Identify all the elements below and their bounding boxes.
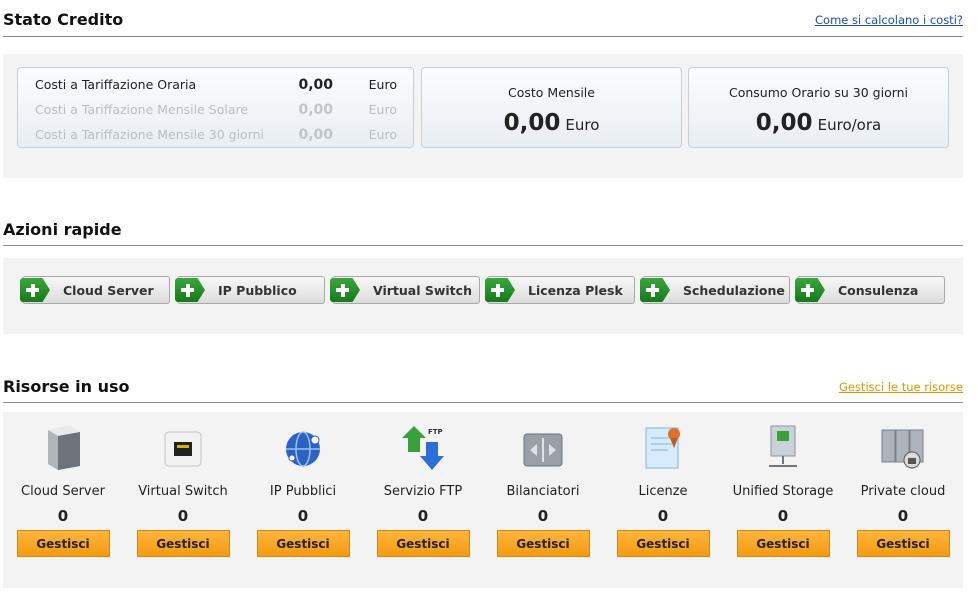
globe-icon <box>280 422 326 472</box>
monthly-cost-box: Costo Mensile 0,00 Euro <box>421 67 682 148</box>
resources-divider <box>3 402 963 403</box>
credit-panel: Costi a Tariffazione Oraria 0,00 Euro Co… <box>3 54 963 178</box>
private-cloud-icon <box>880 422 926 472</box>
resources-title: Risorse in uso <box>3 377 130 396</box>
resource-licenze: Licenze 0 Gestisci <box>603 422 723 557</box>
cost-calculation-link[interactable]: Come si calcolano i costi? <box>815 13 963 27</box>
manage-licenze-button[interactable]: Gestisci <box>616 530 710 557</box>
resource-virtual-switch: Virtual Switch 0 Gestisci <box>123 422 243 557</box>
server-icon <box>40 422 86 472</box>
resource-unified-storage: Unified Storage 0 Gestisci <box>723 422 843 557</box>
credit-row-label: Costi a Tariffazione Mensile 30 giorni <box>35 127 265 142</box>
storage-icon <box>760 422 806 472</box>
manage-ip-pubblici-button[interactable]: Gestisci <box>256 530 350 557</box>
switch-icon <box>160 422 206 472</box>
credit-row-currency: Euro <box>368 127 397 142</box>
plus-icon <box>485 278 515 302</box>
quick-button-label: Schedulazione <box>683 283 785 298</box>
plus-icon <box>330 278 360 302</box>
resource-label: Servizio FTP <box>383 484 463 499</box>
add-schedulazione-button[interactable]: Schedulazione <box>640 276 790 304</box>
plus-icon <box>175 278 205 302</box>
resource-ip-pubblici: IP Pubblici 0 Gestisci <box>243 422 363 557</box>
credit-row-currency: Euro <box>368 102 397 117</box>
manage-servizio-ftp-button[interactable]: Gestisci <box>376 530 470 557</box>
resource-count: 0 <box>177 507 189 525</box>
resource-servizio-ftp: FTP Servizio FTP 0 Gestisci <box>363 422 483 557</box>
quick-actions-title: Azioni rapide <box>3 220 122 239</box>
certificate-icon <box>640 422 686 472</box>
balancer-icon <box>520 422 566 472</box>
hourly-consumption-value: 0,00 <box>755 110 813 136</box>
monthly-cost-label: Costo Mensile <box>508 85 595 100</box>
resource-label: Licenze <box>638 484 688 499</box>
add-ip-pubblico-button[interactable]: IP Pubblico <box>175 276 325 304</box>
quick-button-label: IP Pubblico <box>218 283 297 298</box>
monthly-cost-value: 0,00 <box>503 110 561 136</box>
resource-count: 0 <box>297 507 309 525</box>
resource-private-cloud: Private cloud 0 Gestisci <box>843 422 963 557</box>
manage-cloud-server-button[interactable]: Gestisci <box>16 530 110 557</box>
resource-count: 0 <box>537 507 549 525</box>
resource-label: Cloud Server <box>21 484 105 499</box>
manage-bilanciatori-button[interactable]: Gestisci <box>496 530 590 557</box>
credit-row-label: Costi a Tariffazione Mensile Solare <box>35 102 249 117</box>
credit-row-value: 0,00 <box>298 77 333 93</box>
resource-label: Virtual Switch <box>138 484 228 499</box>
hourly-consumption-label: Consumo Orario su 30 giorni <box>728 85 909 100</box>
credit-row-hourly: Costi a Tariffazione Oraria 0,00 Euro <box>35 77 397 97</box>
credit-section-title: Stato Credito <box>3 10 124 29</box>
hourly-consumption-unit: Euro/ora <box>817 116 882 134</box>
svg-text:FTP: FTP <box>428 428 443 436</box>
credit-row-label: Costi a Tariffazione Oraria <box>35 77 197 92</box>
resource-count: 0 <box>57 507 69 525</box>
quick-button-label: Virtual Switch <box>373 283 472 298</box>
manage-unified-storage-button[interactable]: Gestisci <box>736 530 830 557</box>
plus-icon <box>640 278 670 302</box>
resource-label: Unified Storage <box>732 484 834 499</box>
credit-breakdown-box: Costi a Tariffazione Oraria 0,00 Euro Co… <box>17 67 414 148</box>
manage-private-cloud-button[interactable]: Gestisci <box>856 530 950 557</box>
resource-count: 0 <box>897 507 909 525</box>
resource-bilanciatori: Bilanciatori 0 Gestisci <box>483 422 603 557</box>
add-consulenza-button[interactable]: Consulenza <box>795 276 945 304</box>
monthly-cost-unit: Euro <box>565 116 600 134</box>
plus-icon <box>795 278 825 302</box>
plus-icon <box>20 278 50 302</box>
quick-button-label: Cloud Server <box>63 283 154 298</box>
add-cloud-server-button[interactable]: Cloud Server <box>20 276 170 304</box>
credit-row-currency: Euro <box>368 77 397 92</box>
quick-button-label: Licenza Plesk <box>528 283 623 298</box>
resource-label: Bilanciatori <box>506 484 580 499</box>
hourly-consumption-amount: 0,00 Euro/ora <box>689 110 948 136</box>
resource-count: 0 <box>417 507 429 525</box>
resource-label: Private cloud <box>860 484 946 499</box>
quick-button-label: Consulenza <box>838 283 919 298</box>
credit-row-value: 0,00 <box>298 127 333 143</box>
resource-count: 0 <box>777 507 789 525</box>
credit-row-value: 0,00 <box>298 102 333 118</box>
resource-label: IP Pubblici <box>269 484 337 499</box>
resource-count: 0 <box>657 507 669 525</box>
manage-virtual-switch-button[interactable]: Gestisci <box>136 530 230 557</box>
quick-actions-divider <box>3 245 963 246</box>
hourly-consumption-box: Consumo Orario su 30 giorni 0,00 Euro/or… <box>688 67 949 148</box>
credit-divider <box>3 36 963 37</box>
add-virtual-switch-button[interactable]: Virtual Switch <box>330 276 480 304</box>
add-licenza-plesk-button[interactable]: Licenza Plesk <box>485 276 635 304</box>
manage-resources-link[interactable]: Gestisci le tue risorse <box>839 380 963 394</box>
credit-row-monthly-30: Costi a Tariffazione Mensile 30 giorni 0… <box>35 127 397 147</box>
resource-cloud-server: Cloud Server 0 Gestisci <box>3 422 123 557</box>
ftp-icon: FTP <box>400 422 446 472</box>
monthly-cost-amount: 0,00 Euro <box>422 110 681 136</box>
credit-row-monthly-solar: Costi a Tariffazione Mensile Solare 0,00… <box>35 102 397 122</box>
